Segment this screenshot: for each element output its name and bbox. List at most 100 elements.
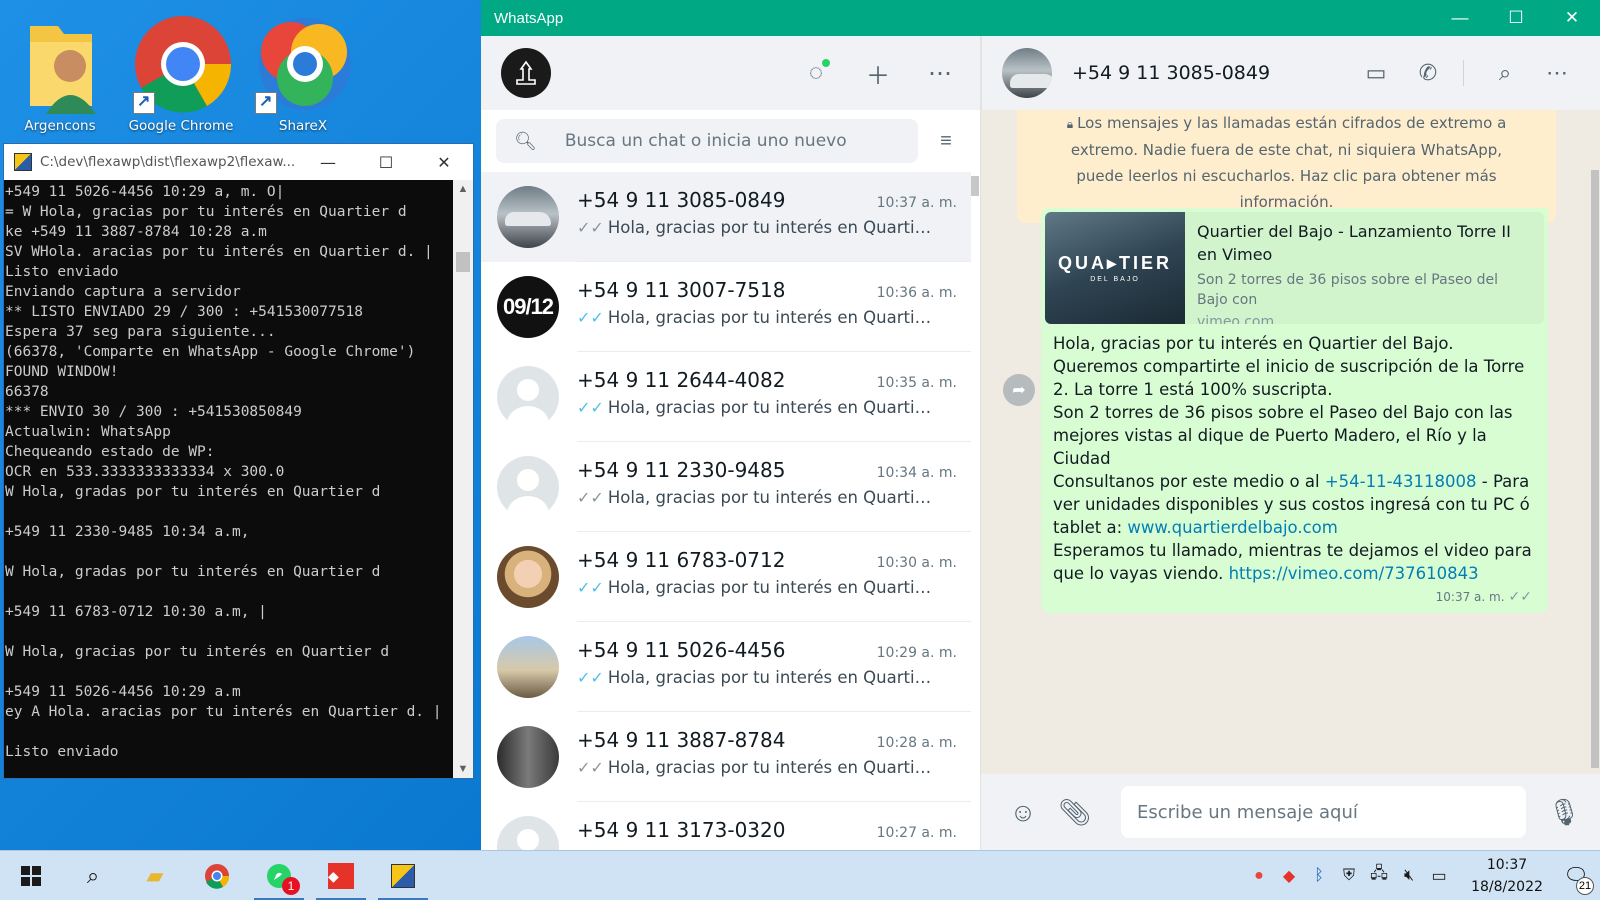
- video-link[interactable]: https://vimeo.com/737610843: [1229, 564, 1479, 583]
- microphone-icon[interactable]: 🎙︎: [1544, 797, 1584, 828]
- scroll-thumb[interactable]: [971, 176, 979, 196]
- search-icon[interactable]: ⌕: [1482, 60, 1528, 86]
- close-button[interactable]: ✕: [1544, 8, 1600, 28]
- search-icon: 🔍︎: [514, 130, 537, 151]
- conversation-pane: +54 9 11 3085-0849 ▭ ✆ ⌕ ⋯ 🔒︎ Los mensaje…: [981, 36, 1600, 850]
- message-fragment: Consultanos por este medio o al: [1053, 472, 1325, 491]
- chat-item[interactable]: +54 9 11 2330-9485 10:34 a. m. ✓✓ Hola, gr…: [481, 442, 971, 532]
- phone-call-icon[interactable]: ✆: [1405, 60, 1451, 86]
- security-shield-icon[interactable]: ⛨: [1334, 867, 1364, 885]
- desktop-icon-sharex[interactable]: ShareX: [248, 6, 358, 134]
- unread-badge: 1: [282, 876, 300, 895]
- message-input-box[interactable]: [1121, 786, 1526, 838]
- scroll-thumb[interactable]: [1591, 170, 1599, 768]
- maximize-button[interactable]: ☐: [357, 144, 415, 180]
- network-icon[interactable]: 🖧︎: [1364, 862, 1394, 889]
- console-body[interactable]: +549 11 5026-4456 10:29 a, m. O| = W Hol…: [4, 180, 473, 778]
- taskbar-file-explorer[interactable]: ▰: [124, 851, 186, 900]
- double-check-icon: ✓✓: [577, 488, 604, 507]
- close-button[interactable]: ✕: [415, 144, 473, 180]
- chat-item[interactable]: +54 9 11 5026-4456 10:29 a. m. ✓✓ Hola, gr…: [481, 622, 971, 712]
- more-icon[interactable]: ⋯: [1534, 60, 1580, 86]
- chat-item[interactable]: +54 9 11 3173-0320 10:27 a. m.: [481, 802, 971, 850]
- volume-muted-icon[interactable]: 🔇︎: [1394, 867, 1424, 885]
- chat-name: +54 9 11 3007-7518: [577, 278, 786, 302]
- scroll-up-icon[interactable]: ▲: [453, 180, 473, 198]
- minimize-button[interactable]: —: [299, 144, 357, 180]
- console-window: C:\dev\flexawp\dist\flexawp2\flexaw... —…: [3, 143, 474, 779]
- taskbar-anydesk[interactable]: ◆: [310, 851, 372, 900]
- encryption-notice[interactable]: 🔒︎ Los mensajes y las llamadas están cifr…: [1017, 110, 1556, 223]
- chat-time: 10:30 a. m.: [876, 555, 957, 571]
- video-thumbnail[interactable]: QUA▸TIER DEL BAJO: [1045, 212, 1185, 324]
- console-scrollbar[interactable]: ▲ ▼: [453, 180, 473, 778]
- scroll-thumb[interactable]: [456, 252, 470, 272]
- chat-item[interactable]: +54 9 11 6783-0712 10:30 a. m. ✓✓ Hola, gr…: [481, 532, 971, 622]
- link-preview[interactable]: QUA▸TIER DEL BAJO Quartier del Bajo - La…: [1045, 212, 1544, 324]
- chrome-icon: [205, 863, 230, 889]
- chat-item[interactable]: +54 9 11 3887-8784 10:28 a. m. ✓✓ Hola, gr…: [481, 712, 971, 802]
- default-avatar-icon: [497, 366, 559, 428]
- emoji-icon[interactable]: ☺: [1003, 797, 1043, 828]
- scroll-down-icon[interactable]: ▼: [453, 760, 473, 778]
- search-box[interactable]: 🔍︎: [496, 119, 918, 163]
- chat-time: 10:35 a. m.: [876, 375, 957, 391]
- double-check-icon: ✓✓: [1508, 589, 1532, 605]
- message-input[interactable]: [1137, 801, 1526, 823]
- new-chat-button[interactable]: ＋: [858, 53, 898, 93]
- outgoing-message[interactable]: QUA▸TIER DEL BAJO Quartier del Bajo - La…: [1041, 208, 1548, 613]
- profile-avatar[interactable]: [501, 48, 551, 98]
- anydesk-tray-icon[interactable]: ◆: [1274, 866, 1304, 886]
- console-output: +549 11 5026-4456 10:29 a, m. O| = W Hol…: [5, 184, 442, 760]
- chat-list-scrollbar[interactable]: [970, 172, 980, 850]
- attach-icon[interactable]: 📎︎: [1055, 797, 1095, 828]
- minimize-button[interactable]: —: [1432, 8, 1488, 28]
- console-titlebar[interactable]: C:\dev\flexawp\dist\flexawp2\flexaw... —…: [4, 144, 473, 180]
- desktop-icon-argencons[interactable]: Argencons: [5, 6, 115, 134]
- taskbar-whatsapp[interactable]: 1: [248, 851, 310, 900]
- chat-item[interactable]: +54 9 11 3085-0849 10:37 a. m. ✓✓ Hola, gr…: [481, 172, 971, 262]
- notification-center-button[interactable]: 🗨︎ 21: [1552, 851, 1600, 900]
- chat-item[interactable]: +54 9 11 2644-4082 10:35 a. m. ✓✓ Hola, gr…: [481, 352, 971, 442]
- double-check-icon: ✓✓: [577, 668, 604, 687]
- link-preview-description: Son 2 torres de 36 pisos sobre el Paseo …: [1197, 272, 1499, 308]
- message-paragraph: Hola, gracias por tu interés en Quartier…: [1053, 334, 1525, 399]
- clock[interactable]: 10:37 18/8/2022: [1462, 854, 1552, 898]
- bluetooth-icon[interactable]: ᛒ: [1304, 867, 1334, 885]
- whatsapp-window: WhatsApp — ☐ ✕ ◌ ＋ ⋯ 🔍︎ Busca un chat o …: [481, 0, 1600, 850]
- taskbar-chrome[interactable]: [186, 851, 248, 900]
- desktop-icon-google-chrome[interactable]: Google Chrome: [126, 6, 236, 134]
- chat-item[interactable]: 09/12 +54 9 11 3007-7518 10:36 a. m. ✓✓ Ho…: [481, 262, 971, 352]
- phone-link[interactable]: +54-11-43118008: [1325, 472, 1477, 491]
- website-link[interactable]: www.quartierdelbajo.com: [1127, 518, 1337, 537]
- conversation-header[interactable]: +54 9 11 3085-0849 ▭ ✆ ⌕ ⋯: [981, 36, 1600, 110]
- forward-icon[interactable]: ➦: [1003, 374, 1035, 406]
- whatsapp-titlebar[interactable]: WhatsApp — ☐ ✕: [481, 0, 1600, 36]
- menu-button[interactable]: ⋯: [920, 53, 960, 93]
- battery-icon[interactable]: ▭: [1424, 866, 1454, 886]
- chat-preview: Hola, gracias por tu interés en Quartier…: [607, 218, 937, 237]
- taskbar-search-button[interactable]: ⌕: [62, 851, 124, 900]
- start-button[interactable]: [0, 851, 62, 900]
- desktop-icon-label: Argencons: [24, 118, 96, 134]
- avatar-text: 09/12: [502, 294, 554, 319]
- header-divider: [1463, 60, 1464, 86]
- conversation-scrollbar[interactable]: [1590, 170, 1600, 774]
- filter-icon[interactable]: ≡: [926, 130, 966, 153]
- search-bar: 🔍︎ ≡: [481, 110, 980, 172]
- more-icon: ⋯: [928, 59, 952, 87]
- status-button[interactable]: ◌: [796, 53, 836, 93]
- contact-avatar[interactable]: [1002, 48, 1052, 98]
- maximize-button[interactable]: ☐: [1488, 8, 1544, 28]
- composer: ☺ 📎︎ 🎙︎: [981, 774, 1600, 850]
- search-input[interactable]: [564, 131, 895, 151]
- taskbar-python-console[interactable]: [372, 851, 434, 900]
- video-call-icon[interactable]: ▭: [1353, 60, 1399, 86]
- status-unread-dot: [822, 59, 830, 67]
- chat-name: +54 9 11 5026-4456: [577, 638, 786, 662]
- contact-avatar: [497, 546, 559, 608]
- chat-preview: Hola, gracias por tu interés en Quartier…: [607, 488, 937, 507]
- sharex-tray-icon[interactable]: ●: [1244, 867, 1274, 885]
- shortcut-arrow-icon: [133, 91, 155, 114]
- message-area[interactable]: 🔒︎ Los mensajes y las llamadas están cifr…: [981, 110, 1600, 774]
